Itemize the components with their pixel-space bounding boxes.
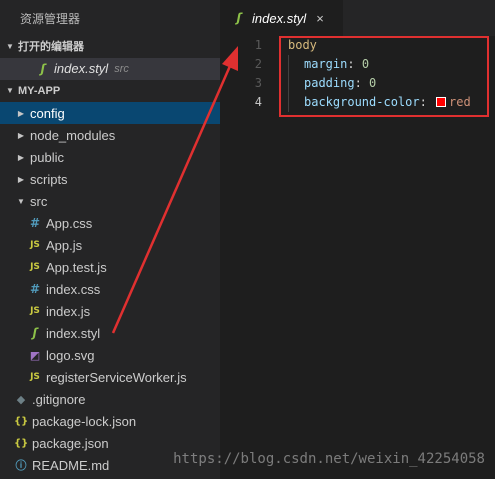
watermark: https://blog.csdn.net/weixin_42254058 xyxy=(173,451,485,467)
annotation-arrow xyxy=(111,46,238,334)
